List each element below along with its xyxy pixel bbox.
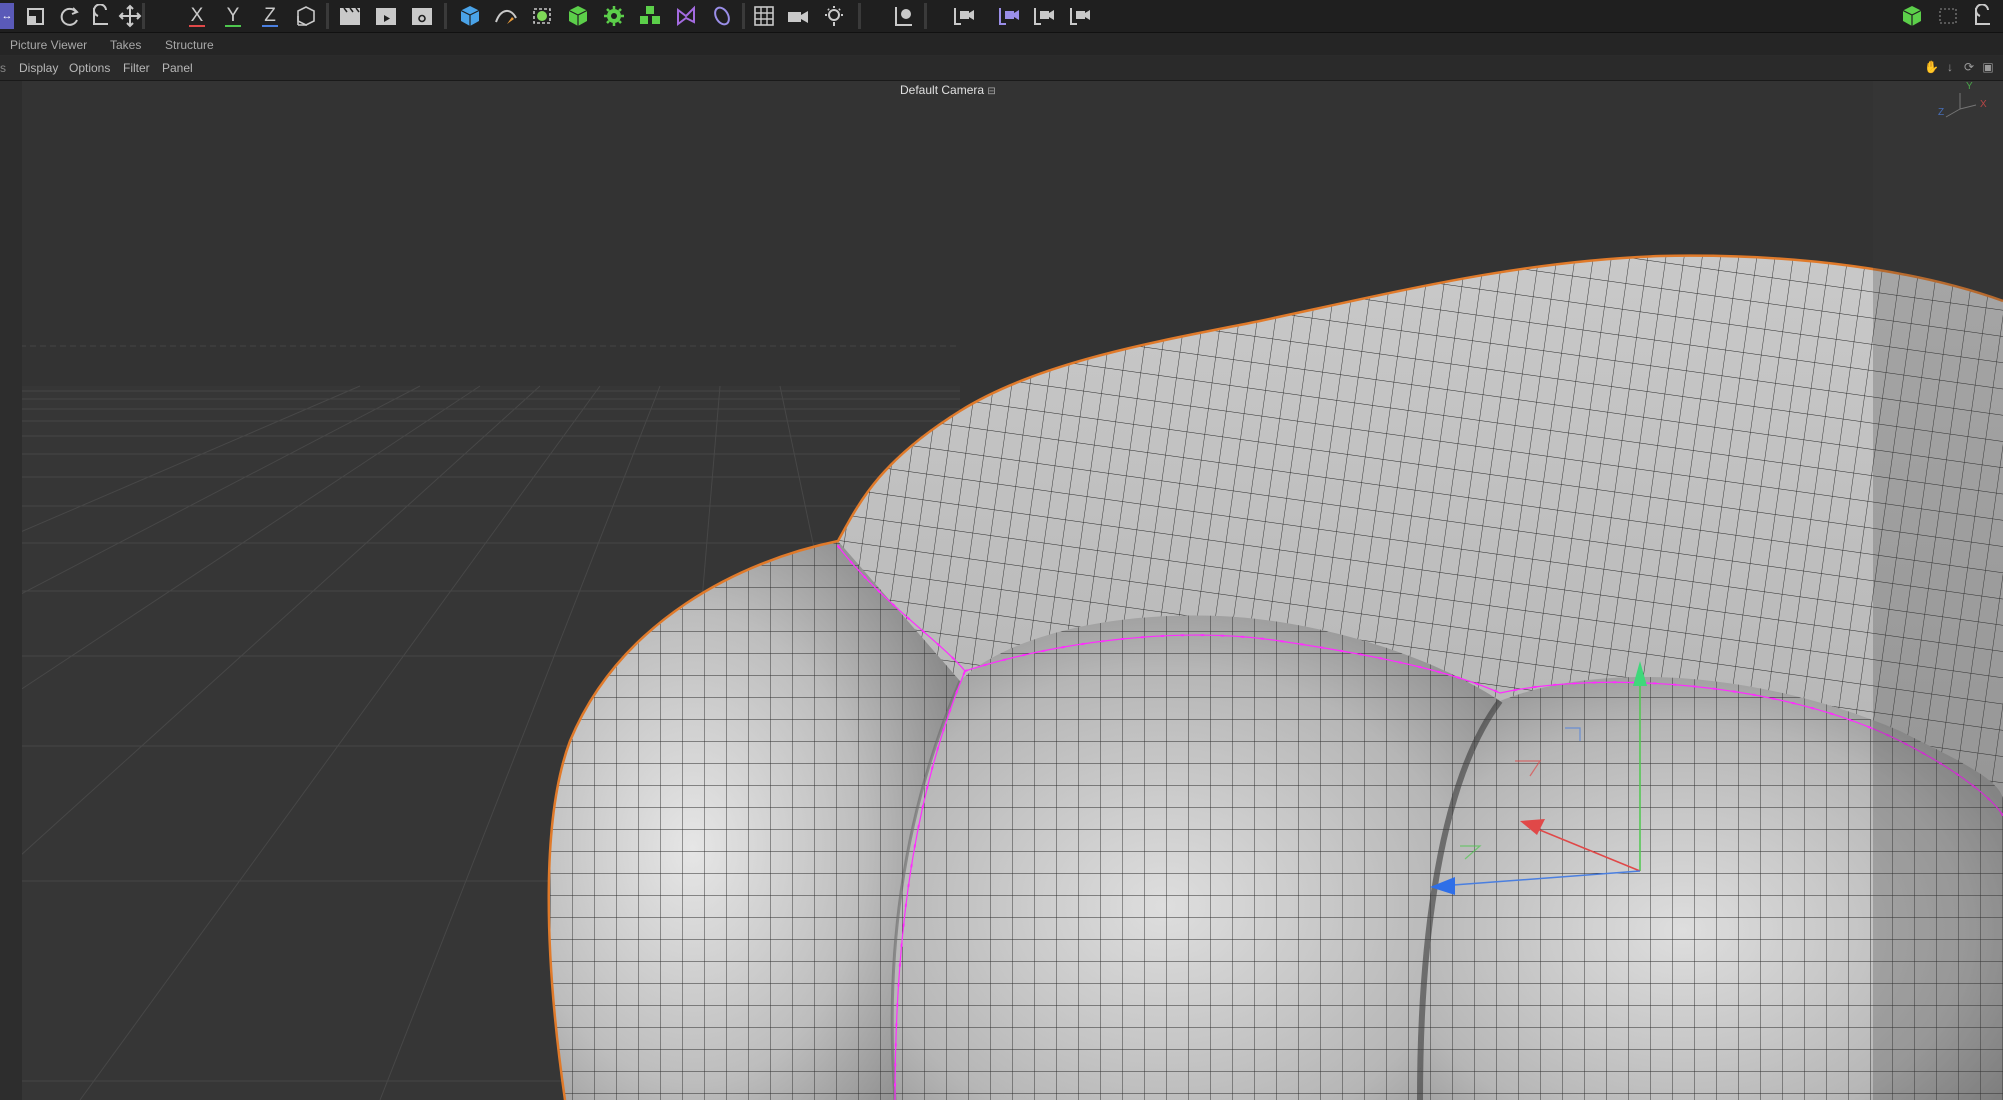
light-object-button[interactable] <box>820 3 848 29</box>
camera-frame-icon <box>1034 8 1054 25</box>
panel-tab-bar: Picture Viewer Takes Structure <box>0 33 2003 55</box>
gear-green-icon <box>604 6 624 26</box>
snap-icon <box>895 7 912 26</box>
viewport-left-edge <box>0 81 22 1100</box>
camera-label[interactable]: Default Camera ⊟ <box>900 83 996 97</box>
pan-hand-icon[interactable]: ✋ <box>1924 60 1939 74</box>
camera-lock-icon: ⊟ <box>987 86 996 97</box>
transform-tool-button[interactable] <box>116 3 144 29</box>
viewport-camera-1-button[interactable] <box>950 3 978 29</box>
rotate-icon <box>60 7 79 26</box>
toolbar-separator <box>742 3 745 29</box>
deformer-button[interactable] <box>672 3 700 29</box>
toolbar-separator <box>924 3 927 29</box>
scale-icon <box>27 8 44 25</box>
dolly-arrow-icon[interactable]: ↓ <box>1943 60 1957 74</box>
green-cube-icon <box>568 6 588 26</box>
object-coords-icon <box>297 6 315 26</box>
maximize-panel-icon[interactable]: ▣ <box>1981 60 1995 74</box>
grid-icon <box>754 6 774 26</box>
light-bulb-icon <box>825 6 843 26</box>
menu-options[interactable]: Options <box>69 61 110 75</box>
cube-icon <box>460 6 480 26</box>
camera-object-button[interactable] <box>784 3 812 29</box>
cube-object-button[interactable] <box>456 3 484 29</box>
render-to-picture-viewer-button[interactable] <box>372 3 400 29</box>
viewport-camera-2-button[interactable] <box>995 3 1023 29</box>
render-settings-button[interactable] <box>408 3 436 29</box>
viewport-camera-4-button[interactable] <box>1066 3 1094 29</box>
viewport-camera-3-button[interactable] <box>1030 3 1058 29</box>
z-axis-label: Z <box>264 5 276 26</box>
y-axis-underline <box>225 25 241 27</box>
arrow-icon: ↔ <box>1 10 13 22</box>
camera-frame-icon <box>954 8 974 25</box>
toolbar-separator <box>444 3 447 29</box>
tab-picture-viewer[interactable]: Picture Viewer <box>10 38 87 52</box>
camera-frame-icon <box>999 8 1019 25</box>
field-icon <box>714 6 730 26</box>
subdivision-surface-button[interactable] <box>528 3 556 29</box>
clapper-gear-icon <box>412 8 432 25</box>
field-button[interactable] <box>708 3 736 29</box>
clapper-play-icon <box>376 8 396 25</box>
subdivision-icon <box>533 8 551 24</box>
toolbar-separator <box>142 3 145 29</box>
z-axis-underline <box>262 25 278 27</box>
z-axis-lock-button[interactable]: Z <box>256 3 284 29</box>
pen-spline-icon <box>495 10 517 24</box>
camera-icon <box>788 11 808 23</box>
cloner-button[interactable] <box>600 3 628 29</box>
camera-name: Default Camera <box>900 83 985 97</box>
move-tool-button[interactable]: ↔ <box>0 3 14 29</box>
redo-button[interactable] <box>1969 3 1997 29</box>
main-toolbar: ↔ X Y Z <box>0 0 2003 33</box>
clapper-icon <box>340 7 360 25</box>
menu-panel[interactable]: Panel <box>162 61 193 75</box>
orbit-icon[interactable]: ⟳ <box>1962 60 1976 74</box>
toolbar-separator <box>858 3 861 29</box>
move-arrows-icon <box>118 4 142 28</box>
x-axis-label: X <box>190 5 204 26</box>
undo-icon <box>93 4 108 25</box>
floor-object-button[interactable] <box>750 3 778 29</box>
y-axis-label: Y <box>226 5 240 26</box>
green-cube-icon <box>1902 6 1922 26</box>
scale-tool-button[interactable] <box>22 3 50 29</box>
tab-takes[interactable]: Takes <box>110 38 141 52</box>
viewport-right-overlay <box>1873 81 2003 1100</box>
toolbar-separator <box>326 3 329 29</box>
cubes-cluster-icon <box>640 6 660 24</box>
extrude-generator-button[interactable] <box>564 3 592 29</box>
viewport-scene <box>0 93 2003 1100</box>
layout-cube-button[interactable] <box>1898 3 1926 29</box>
menu-truncated[interactable]: s <box>0 61 6 75</box>
x-axis-lock-button[interactable]: X <box>183 3 211 29</box>
menu-display[interactable]: Display <box>19 61 58 75</box>
undo-button[interactable] <box>87 3 115 29</box>
x-axis-underline <box>189 25 205 27</box>
rotate-tool-button[interactable] <box>56 3 84 29</box>
y-axis-lock-button[interactable]: Y <box>219 3 247 29</box>
viewport-menu-bar: s Display Options Filter Panel ✋ ↓ ⟳ ▣ <box>0 56 2003 81</box>
coordinate-system-button[interactable] <box>292 3 320 29</box>
undo-icon <box>1975 4 1990 25</box>
bend-deformer-icon <box>677 5 695 26</box>
3d-viewport[interactable]: Default Camera ⊟ Y X Z <box>0 81 2003 1100</box>
render-view-button[interactable] <box>336 3 364 29</box>
dotted-box-icon <box>1939 8 1957 24</box>
snap-toggle-button[interactable] <box>890 3 918 29</box>
spline-pen-button[interactable] <box>492 3 520 29</box>
tab-structure[interactable]: Structure <box>165 38 214 52</box>
mograph-button[interactable] <box>636 3 664 29</box>
camera-frame-icon <box>1070 8 1090 25</box>
selection-box-button[interactable] <box>1934 3 1962 29</box>
menu-filter[interactable]: Filter <box>123 61 150 75</box>
